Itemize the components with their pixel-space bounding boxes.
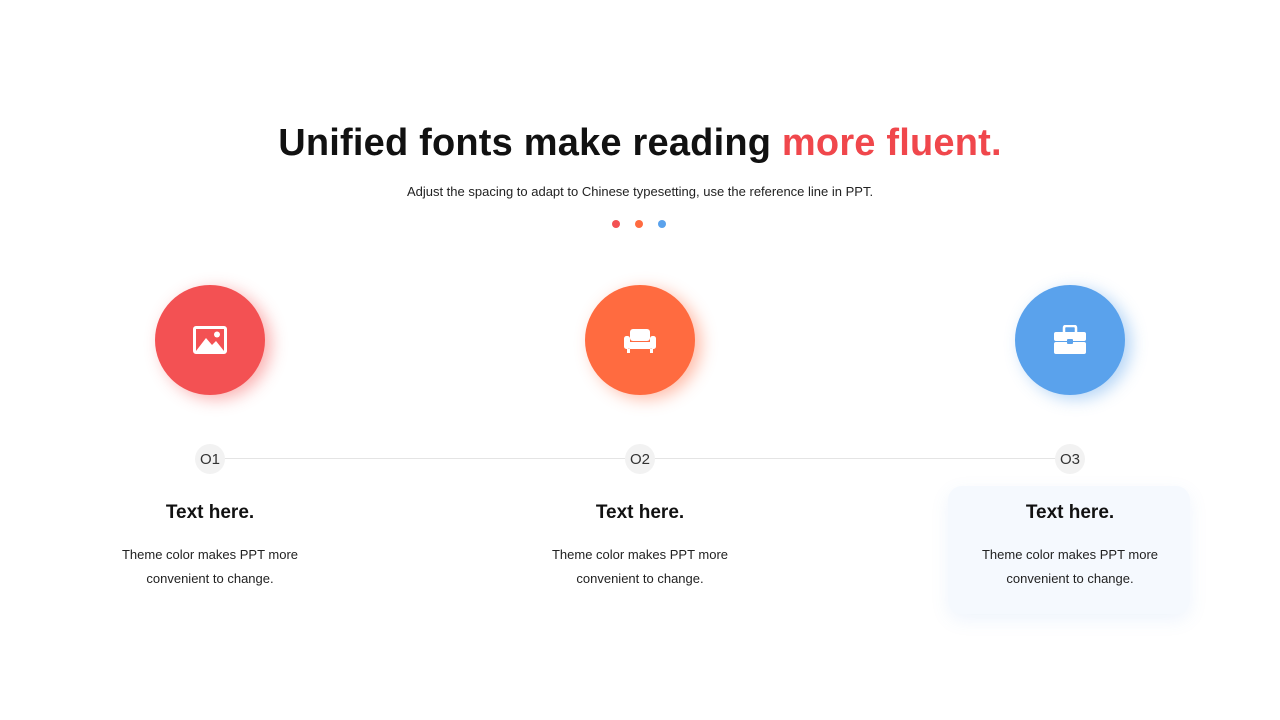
step-number-2: O2 <box>625 444 655 474</box>
item-desc-3-line1: Theme color makes PPT more <box>981 547 1159 562</box>
slide: Unified fonts make reading more fluent. … <box>0 0 1280 720</box>
item-desc-1-line2: convenient to change. <box>146 571 274 586</box>
briefcase-icon <box>1054 325 1086 354</box>
icon-circle-3 <box>1015 285 1125 395</box>
page-title: Unified fonts make reading more fluent. <box>0 122 1280 165</box>
dot-red <box>612 220 620 228</box>
dot-blue <box>658 220 666 228</box>
icon-circle-2 <box>585 285 695 395</box>
sofa-icon <box>624 329 656 353</box>
item-desc-2: Theme color makes PPT more convenient to… <box>520 543 760 591</box>
step-number-1: O1 <box>195 444 225 474</box>
title-main: Unified fonts make reading <box>278 122 782 164</box>
item-desc-3-line2: convenient to change. <box>1006 571 1134 586</box>
item-desc-2-line2: convenient to change. <box>576 571 704 586</box>
decorative-dots <box>612 220 666 228</box>
item-desc-2-line1: Theme color makes PPT more <box>551 547 729 562</box>
item-heading-1: Text here. <box>165 502 255 523</box>
step-number-3: O3 <box>1055 444 1085 474</box>
image-icon <box>193 326 227 354</box>
item-desc-1: Theme color makes PPT more convenient to… <box>90 543 330 591</box>
dot-orange <box>635 220 643 228</box>
subtitle: Adjust the spacing to adapt to Chinese t… <box>406 184 874 199</box>
item-heading-2: Text here. <box>595 502 685 523</box>
item-desc-1-line1: Theme color makes PPT more <box>121 547 299 562</box>
title-accent: more fluent. <box>781 122 1002 164</box>
icon-circle-1 <box>155 285 265 395</box>
item-heading-3: Text here. <box>1025 502 1115 523</box>
item-desc-3: Theme color makes PPT more convenient to… <box>950 543 1190 591</box>
